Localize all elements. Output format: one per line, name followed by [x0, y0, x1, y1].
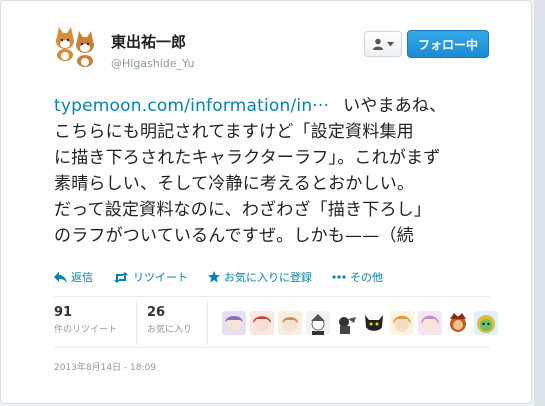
tweet-line-3: に描き下ろされたキャラクターラフ」。これがまず — [54, 148, 441, 168]
retweet-stat[interactable]: 91 件のリツイート — [54, 301, 137, 345]
star-icon — [208, 271, 220, 283]
favorite-action[interactable]: お気に入りに登録 — [208, 269, 312, 285]
retweet-action[interactable]: リツイート — [113, 269, 188, 285]
reply-action[interactable]: 返信 — [54, 269, 93, 285]
favoriter-avatar[interactable] — [250, 311, 274, 335]
tweet-line-2: こちらにも明記されてますけど「設定資料集用 — [54, 122, 414, 142]
favorite-stat[interactable]: 26 お気に入り — [137, 301, 208, 345]
following-button[interactable]: フォロー中 — [407, 30, 489, 58]
favoriter-avatar[interactable] — [362, 311, 386, 335]
author-display-name[interactable]: 東出祐一郎 — [111, 31, 186, 52]
tweet-line-6: のラフがついているんですぜ。しかも——（続 — [54, 226, 414, 246]
favoriter-avatar[interactable] — [222, 311, 246, 335]
tweet-card: 東出祐一郎 @Higashide_Yu フォロー中 typemoon.com/i… — [0, 0, 532, 404]
favoriter-avatar[interactable] — [390, 311, 414, 335]
favoriter-avatar[interactable] — [334, 311, 358, 335]
author-avatar[interactable] — [51, 25, 99, 73]
retweet-count: 91 — [54, 305, 73, 320]
person-icon — [373, 38, 383, 50]
more-action[interactable]: その他 — [332, 269, 383, 285]
favorite-label: お気に入りに登録 — [224, 271, 312, 284]
tweet-link[interactable]: typemoon.com/information/in··· — [54, 96, 329, 116]
user-actions-button[interactable] — [364, 31, 402, 57]
window-scrollbar[interactable] — [534, 0, 545, 406]
divider-bottom — [54, 347, 490, 348]
tweet-line-4: 素晴らしい、そして冷静に考えるとおかしい。 — [54, 174, 415, 194]
more-dots-icon — [332, 275, 346, 279]
tweet-stats: 91 件のリツイート 26 お気に入り — [54, 301, 498, 345]
favoriter-avatar[interactable] — [446, 311, 470, 335]
retweet-count-label: 件のリツイート — [54, 325, 118, 335]
more-label: その他 — [350, 271, 383, 284]
favoriter-avatar[interactable] — [474, 311, 498, 335]
retweet-label: リツイート — [133, 271, 188, 284]
favoriter-avatar[interactable] — [418, 311, 442, 335]
reply-icon — [54, 271, 67, 283]
favorite-count-label: お気に入り — [147, 325, 193, 335]
tweet-text: typemoon.com/information/in··· いやまあね、 こちら… — [54, 93, 490, 249]
favoriter-avatar[interactable] — [306, 311, 330, 335]
divider-top — [54, 296, 490, 297]
caret-down-icon — [387, 41, 394, 46]
retweet-icon — [114, 271, 128, 283]
tweet-line-1: typemoon.com/information/in··· いやまあね、 — [54, 96, 447, 116]
tweet-timestamp[interactable]: 2013年8月14日 - 18:09 — [54, 360, 156, 373]
corgi-avatar-image — [51, 25, 99, 73]
favoriter-avatar[interactable] — [278, 311, 302, 335]
author-handle[interactable]: @Higashide_Yu — [111, 57, 195, 70]
tweet-actions: 返信 リツイート お気に入りに登録 その他 — [54, 269, 403, 285]
tweet-line-5: だって設定資料なのに、わざわざ「描き下ろし」 — [54, 200, 432, 220]
favoriter-avatars — [222, 301, 498, 345]
reply-label: 返信 — [71, 271, 93, 284]
favorite-count: 26 — [147, 305, 166, 320]
